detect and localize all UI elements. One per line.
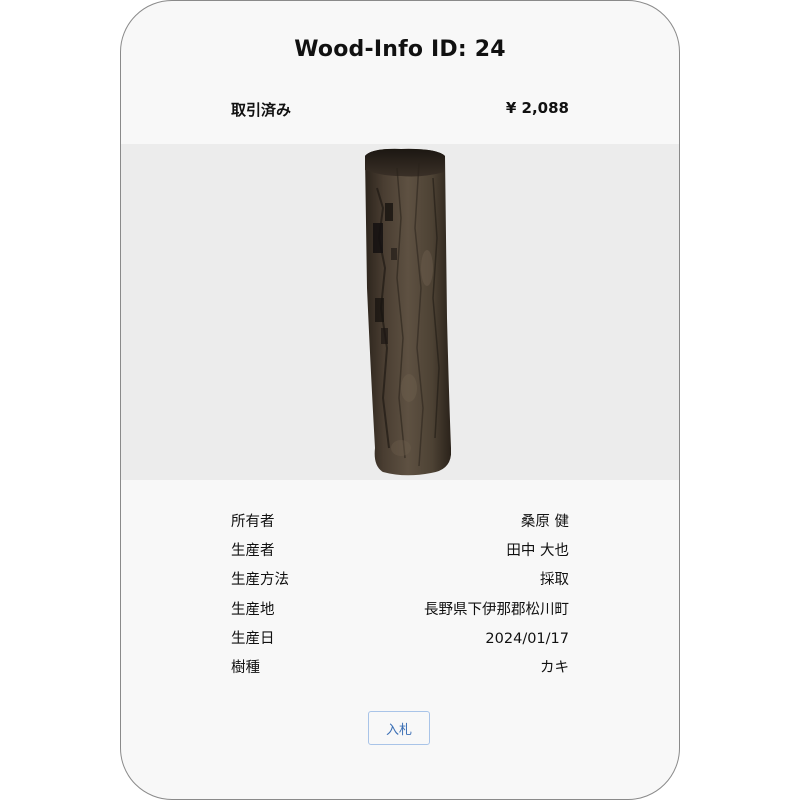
- info-row-production-method: 生産方法 採取: [231, 567, 569, 596]
- info-value: 2024/01/17: [485, 630, 569, 647]
- info-value: 田中 大也: [506, 543, 569, 560]
- info-label: 生産者: [231, 543, 275, 560]
- page-title: Wood-Info ID: 24: [294, 37, 506, 62]
- info-label: 所有者: [231, 514, 275, 530]
- info-label: 生産方法: [231, 572, 289, 589]
- wood-info-card: Wood-Info ID: 24 取引済み ¥ 2,088 所有者 桑原 健 生…: [120, 0, 680, 800]
- info-value: 長野県下伊那郡松川町: [424, 601, 569, 618]
- info-value: 採取: [540, 572, 569, 589]
- price: ¥ 2,088: [505, 99, 569, 117]
- info-row-producer: 生産者 田中 大也: [231, 538, 569, 567]
- info-row-tree-species: 樹種 カキ: [231, 655, 569, 684]
- bid-button[interactable]: 入札: [368, 711, 430, 745]
- info-row-production-date: 生産日 2024/01/17: [231, 626, 569, 655]
- info-label: 生産日: [231, 630, 275, 647]
- wood-image-area: [121, 144, 679, 480]
- info-value: カキ: [540, 659, 569, 676]
- info-label: 樹種: [231, 659, 260, 676]
- wood-info-list: 所有者 桑原 健 生産者 田中 大也 生産方法 採取 生産地 長野県下伊那郡松川…: [231, 509, 569, 684]
- info-label: 生産地: [231, 601, 275, 618]
- wood-log-image: [365, 148, 451, 476]
- info-value: 桑原 健: [520, 514, 569, 530]
- status-row: 取引済み ¥ 2,088: [231, 99, 569, 120]
- trade-status: 取引済み: [231, 101, 292, 119]
- info-row-production-place: 生産地 長野県下伊那郡松川町: [231, 597, 569, 626]
- info-row-owner: 所有者 桑原 健: [231, 509, 569, 538]
